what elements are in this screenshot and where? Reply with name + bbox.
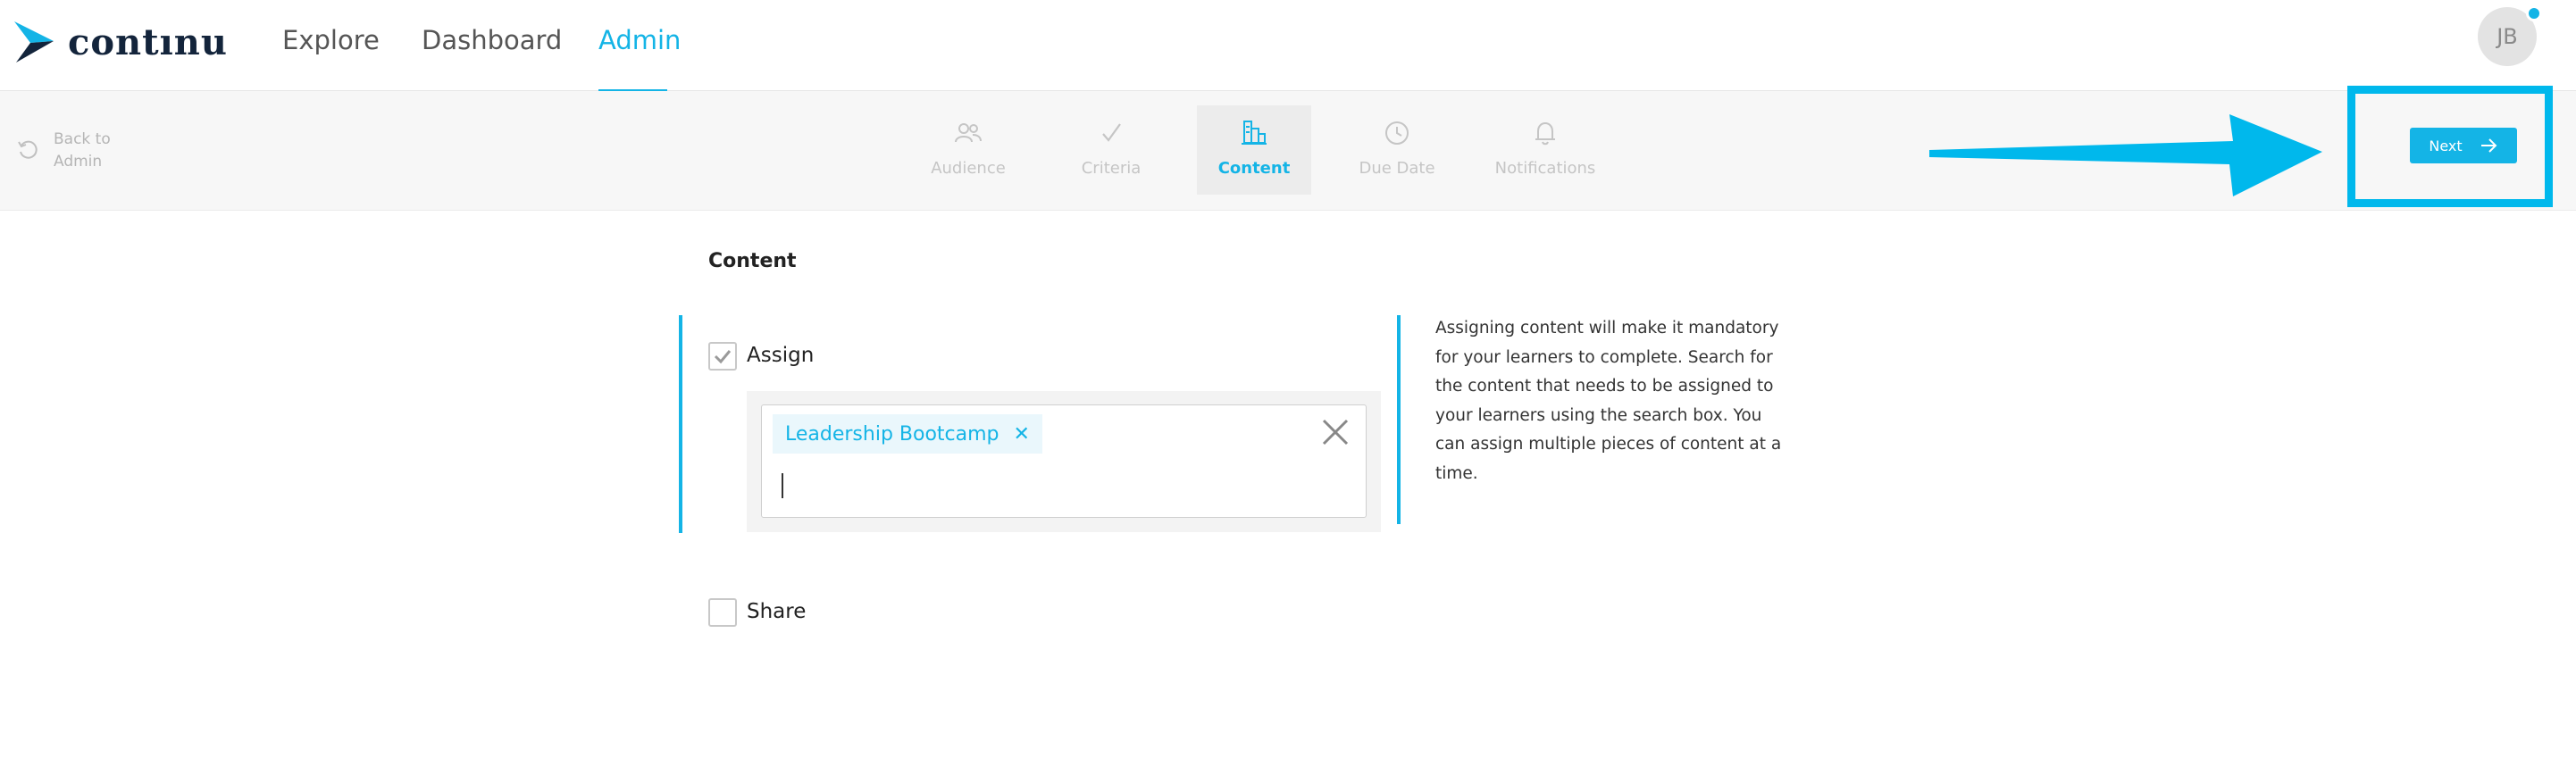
remove-chip-icon[interactable]: ✕: [1014, 423, 1030, 446]
step-label-due-date: Due Date: [1359, 159, 1435, 178]
step-label-notifications: Notifications: [1494, 159, 1596, 178]
undo-icon: [18, 140, 38, 159]
assign-checkbox[interactable]: [708, 342, 737, 371]
step-notifications[interactable]: Notifications: [1488, 105, 1602, 195]
brand-name: contınu: [68, 21, 228, 63]
assign-label: Assign: [747, 344, 815, 367]
building-icon: [1242, 121, 1267, 145]
step-label-criteria: Criteria: [1081, 159, 1142, 178]
bell-icon: [1535, 121, 1555, 146]
step-content[interactable]: Content: [1197, 105, 1311, 195]
nav-admin[interactable]: Admin: [598, 25, 681, 55]
nav-dashboard[interactable]: Dashboard: [422, 25, 562, 55]
clock-icon: [1385, 121, 1409, 145]
continu-logo-icon: [14, 21, 54, 62]
step-label-content: Content: [1217, 159, 1291, 178]
checkmark-icon: [714, 350, 732, 364]
text-cursor: [782, 473, 783, 498]
next-button-label: Next: [2429, 137, 2463, 154]
step-due-date[interactable]: Due Date: [1340, 105, 1454, 195]
selected-content-chip: Leadership Bootcamp ✕: [773, 414, 1042, 454]
share-checkbox[interactable]: [708, 598, 737, 627]
check-icon: [1102, 123, 1121, 142]
nav-explore[interactable]: Explore: [282, 25, 380, 55]
page-title: Content: [708, 250, 797, 272]
annotation-arrow: [1929, 114, 2322, 196]
top-nav: contınu Explore Dashboard Admin JB: [0, 0, 2576, 92]
assign-help-text: Assigning content will make it mandatory…: [1435, 319, 1782, 483]
next-button[interactable]: Next: [2410, 128, 2517, 163]
assign-section-accent: [679, 315, 682, 533]
continu-logo[interactable]: contınu: [13, 20, 228, 64]
content-search-input[interactable]: Leadership Bootcamp ✕: [761, 404, 1367, 518]
arrow-right-icon: [2480, 138, 2497, 153]
chip-label: Leadership Bootcamp: [785, 422, 999, 446]
step-criteria[interactable]: Criteria: [1054, 105, 1168, 195]
back-label-line2: Admin: [54, 153, 103, 171]
help-section-accent: [1397, 315, 1401, 524]
step-audience[interactable]: Audience: [911, 105, 1025, 195]
back-to-admin-link[interactable]: Back to Admin: [16, 129, 134, 173]
step-label-audience: Audience: [931, 159, 1006, 178]
notification-dot: [2526, 5, 2542, 21]
back-label-line1: Back to: [54, 130, 111, 148]
people-icon: [955, 123, 982, 143]
share-label: Share: [747, 600, 807, 623]
clear-icon[interactable]: [1319, 416, 1351, 448]
